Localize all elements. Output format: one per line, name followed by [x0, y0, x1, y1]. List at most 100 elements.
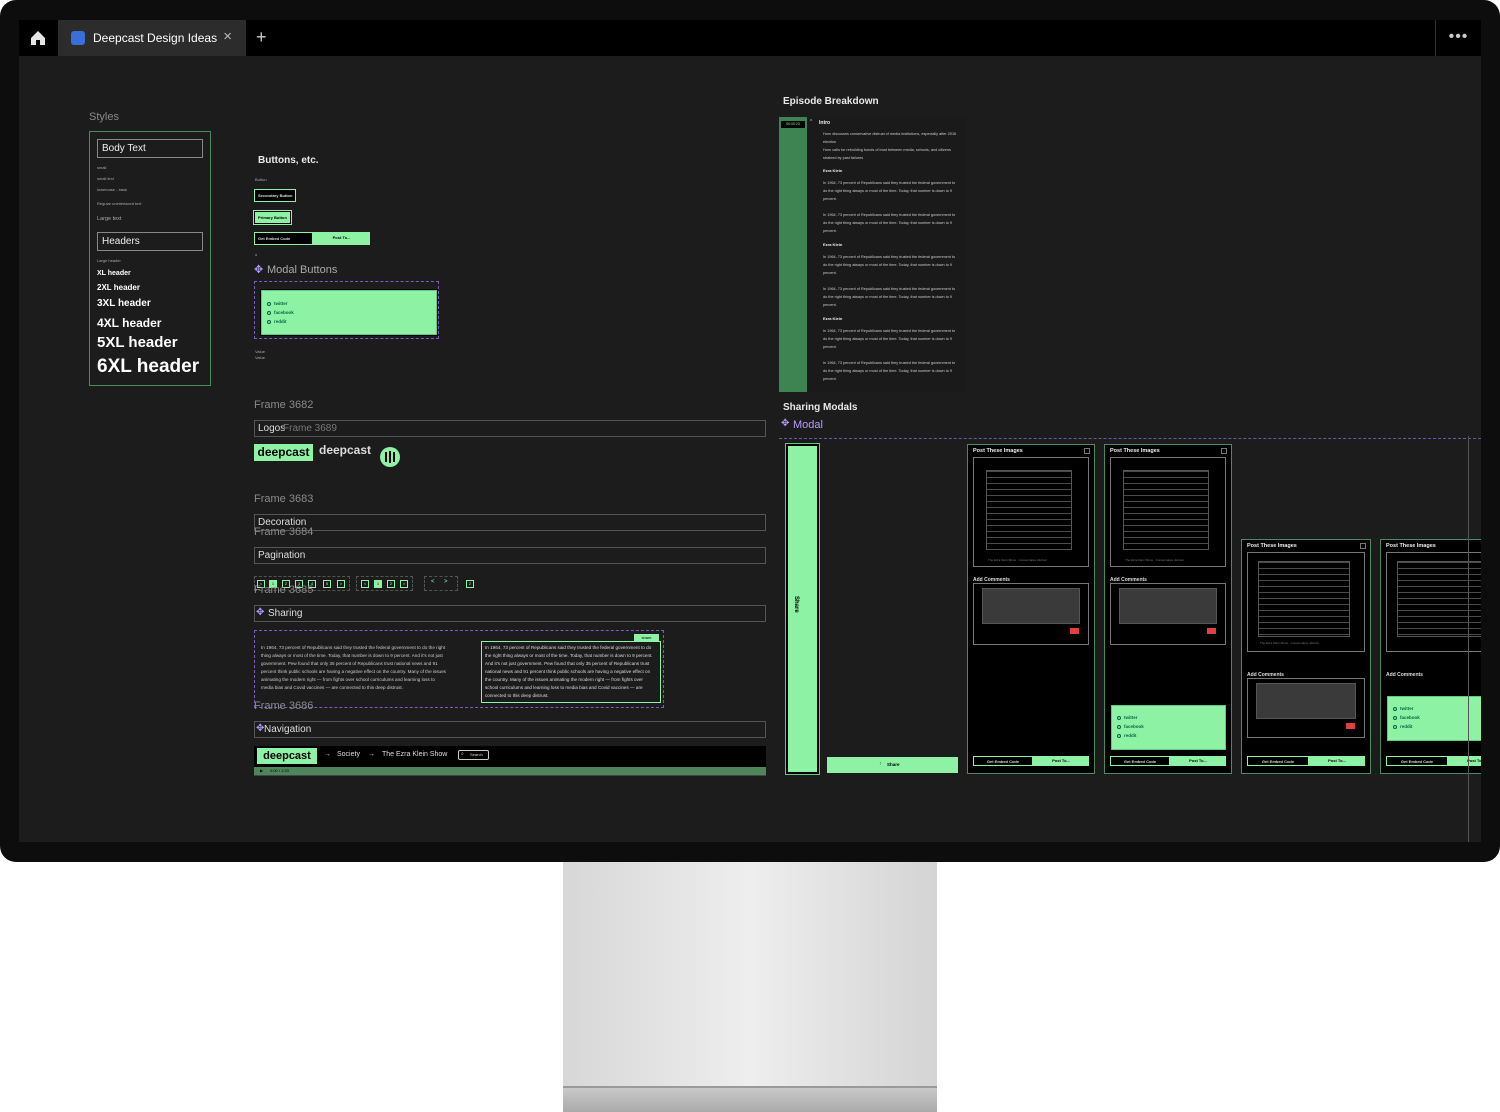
- episode-transcript: ^ Intro Horn discusses conservative dist…: [807, 117, 967, 392]
- post-images-modal-compact[interactable]: Post These Images The Ezra Klein Show · …: [1241, 539, 1371, 774]
- preview-text-lines: [986, 470, 1072, 550]
- pagination-page[interactable]: 1: [374, 580, 382, 588]
- sharing-paragraph-selected[interactable]: In 1964, 73 percent of Republicans said …: [481, 641, 661, 703]
- share-options-list[interactable]: twitter facebook reddit: [1387, 696, 1481, 741]
- share-options-list[interactable]: twitter facebook reddit: [1111, 705, 1226, 750]
- chevron-left-icon[interactable]: <: [431, 579, 435, 585]
- close-icon[interactable]: [1221, 448, 1227, 454]
- transcript-paragraph: In 1964, 73 percent of Republicans said …: [823, 329, 956, 349]
- component-icon: ✥: [256, 607, 265, 618]
- pagination-next[interactable]: >: [400, 580, 408, 588]
- share-option-reddit[interactable]: reddit: [1400, 724, 1413, 729]
- styles-frame[interactable]: Body Text small small text lowercase - b…: [89, 131, 211, 386]
- share-button[interactable]: ↑ Share: [827, 757, 958, 773]
- radio-icon[interactable]: [1117, 734, 1121, 738]
- sharing-bar[interactable]: Sharing: [254, 605, 766, 622]
- preview-text-lines: [1258, 561, 1350, 637]
- nav-logo[interactable]: deepcast: [257, 748, 317, 764]
- share-option-facebook[interactable]: facebook: [1124, 724, 1144, 729]
- chevron-up-icon[interactable]: ^: [810, 119, 812, 125]
- pagination-bar[interactable]: Pagination Frame 3681: [254, 547, 766, 564]
- get-embed-code-button[interactable]: Get Embed Code: [1247, 756, 1309, 766]
- tab-deepcast-design-ideas[interactable]: Deepcast Design Ideas ×: [58, 20, 246, 56]
- share-vertical-tab[interactable]: Share: [785, 443, 820, 775]
- image-preview: The Ezra Klein Show · Conservative distr…: [1110, 457, 1226, 567]
- share-option-twitter[interactable]: twitter: [1400, 706, 1414, 711]
- image-preview: The Ezra Klein Show · Conservative distr…: [973, 457, 1089, 567]
- frame-label: Frame 3686: [254, 700, 314, 712]
- xl-header-sample: XL header: [97, 270, 131, 277]
- pagination-next[interactable]: >: [337, 580, 345, 588]
- pagination-page[interactable]: 2: [387, 580, 395, 588]
- radio-icon[interactable]: [1117, 716, 1121, 720]
- breadcrumb-society[interactable]: Society: [337, 751, 360, 758]
- comment-input[interactable]: [982, 588, 1080, 624]
- share-option-twitter[interactable]: twitter: [274, 301, 288, 306]
- player-bar[interactable]: [254, 767, 766, 775]
- value-caption: Value: [255, 355, 265, 360]
- home-icon[interactable]: [29, 29, 47, 47]
- pagination-prev[interactable]: <: [361, 580, 369, 588]
- comment-input[interactable]: [1119, 588, 1217, 624]
- radio-icon[interactable]: [267, 311, 271, 315]
- timestamp-chip[interactable]: 00:00:23: [781, 121, 805, 128]
- get-embed-code-button[interactable]: Get Embed Code: [1110, 756, 1170, 766]
- player-time: 0:00 / 1:23: [270, 768, 289, 773]
- play-icon[interactable]: ▶: [260, 768, 263, 773]
- radio-icon[interactable]: [267, 302, 271, 306]
- post-to-button[interactable]: Post To...: [1033, 756, 1089, 766]
- frame-label: Frame 3689: [283, 423, 337, 434]
- close-icon[interactable]: [1084, 448, 1090, 454]
- pagination-page[interactable]: 2: [466, 580, 474, 588]
- search-icon: ⌕: [461, 751, 464, 757]
- post-images-modal-compact-share[interactable]: Post These Images Add Comments twitter f…: [1380, 539, 1481, 774]
- share-option-twitter[interactable]: twitter: [1124, 715, 1138, 720]
- radio-icon[interactable]: [1393, 725, 1397, 729]
- get-embed-code-button[interactable]: Get Embed Code: [973, 756, 1033, 766]
- tab-label: Deepcast Design Ideas: [93, 31, 218, 45]
- radio-icon[interactable]: [1117, 725, 1121, 729]
- post-to-button[interactable]: Post To...: [1170, 756, 1226, 766]
- share-option-reddit[interactable]: reddit: [1124, 733, 1137, 738]
- design-canvas[interactable]: Styles Body Text small small text lowerc…: [19, 56, 1481, 842]
- close-icon[interactable]: [1360, 543, 1366, 549]
- get-embed-code-button[interactable]: Get Embed Code: [254, 232, 313, 245]
- share-option-facebook[interactable]: facebook: [274, 310, 294, 315]
- pagination-page[interactable]: 5: [323, 580, 331, 588]
- logos-bar[interactable]: Logos Frame 3689: [254, 420, 766, 437]
- char-count-badge: [1207, 628, 1216, 634]
- share-options-list[interactable]: twitter facebook reddit: [260, 289, 438, 336]
- text-sample: lowercase - bask: [97, 187, 128, 192]
- logos-label: Logos: [258, 423, 286, 434]
- share-tag[interactable]: share: [634, 634, 659, 641]
- post-images-modal-share-open[interactable]: Post These Images The Ezra Klein Show · …: [1104, 444, 1232, 774]
- search-field[interactable]: ⌕ Search: [458, 750, 489, 760]
- decoration-bar[interactable]: Decoration: [254, 514, 766, 531]
- speaker-name: Ezra Klein: [823, 242, 843, 247]
- text-sample: small: [97, 165, 107, 170]
- comment-input[interactable]: [1256, 683, 1356, 719]
- post-to-button[interactable]: Post To...: [313, 232, 370, 245]
- share-option-reddit[interactable]: reddit: [274, 319, 287, 324]
- navigation-bar[interactable]: Navigation Header: [254, 721, 766, 738]
- share-arrow-icon: ↑: [879, 761, 882, 767]
- radio-icon[interactable]: [1393, 716, 1397, 720]
- radio-icon[interactable]: [267, 320, 271, 324]
- post-to-button[interactable]: Post To...: [1448, 756, 1481, 766]
- share-option-facebook[interactable]: facebook: [1400, 715, 1420, 720]
- primary-button[interactable]: Primary Button: [253, 210, 292, 225]
- preview-text-lines: [1123, 470, 1209, 550]
- more-icon[interactable]: •••: [1435, 20, 1481, 56]
- radio-icon[interactable]: [1393, 707, 1397, 711]
- close-icon[interactable]: ×: [223, 29, 232, 45]
- comments-area: [973, 583, 1089, 645]
- chevron-right-icon[interactable]: >: [444, 579, 448, 585]
- secondary-button[interactable]: Secondary Button: [254, 189, 297, 202]
- image-caption: The Ezra Klein Show · Conservative distr…: [1125, 558, 1184, 562]
- post-images-modal[interactable]: Post These Images The Ezra Klein Show · …: [967, 444, 1095, 774]
- share-button-label: Share: [887, 762, 900, 767]
- breadcrumb-show[interactable]: The Ezra Klein Show: [382, 751, 447, 758]
- post-to-button[interactable]: Post To...: [1309, 756, 1365, 766]
- plus-icon[interactable]: +: [256, 27, 267, 48]
- get-embed-code-button[interactable]: Get Embed Code: [1386, 756, 1448, 766]
